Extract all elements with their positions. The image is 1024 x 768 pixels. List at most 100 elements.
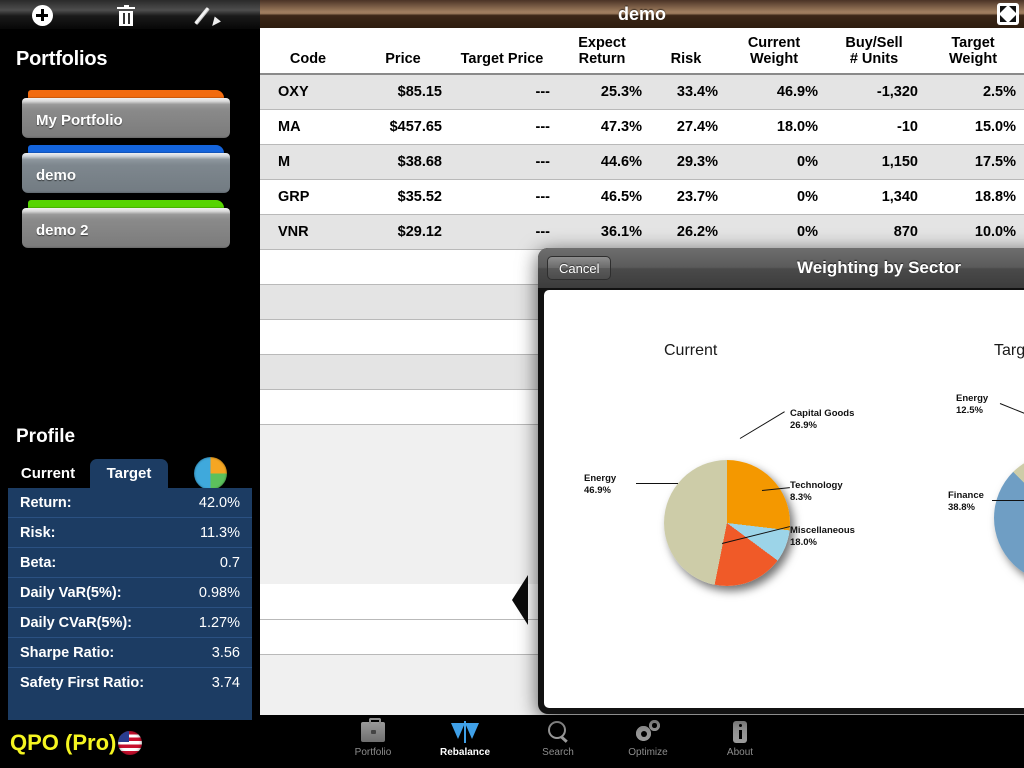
pie-label-capital-goods: Capital Goods 26.9%	[790, 408, 854, 432]
pie-chart-target	[994, 453, 1024, 583]
cell-risk: 23.7%	[650, 179, 726, 215]
app-root: Portfolios My Portfolio demo demo 2 Prof…	[0, 0, 1024, 768]
pie-label-technology: Technology 8.3%	[790, 480, 843, 504]
cell-buy-sell: -1,320	[826, 74, 926, 110]
profile-row-key: Safety First Ratio:	[20, 675, 145, 691]
cell-code: OXY	[260, 74, 360, 110]
cell-code	[260, 389, 360, 425]
pie-label-value: 12.5%	[956, 405, 983, 416]
pie-label-value: 8.3%	[790, 492, 812, 503]
tab-about[interactable]: About	[695, 719, 785, 765]
tab-optimize[interactable]: Optimize	[603, 719, 693, 765]
titlebar: demo	[260, 0, 1024, 28]
column-header-code[interactable]: Code	[260, 28, 360, 75]
tab-rebalance[interactable]: Rebalance	[420, 719, 510, 765]
table-row[interactable]: VNR $29.12 --- 36.1% 26.2% 0% 870 10.0%	[260, 214, 1024, 250]
trash-icon	[117, 4, 135, 26]
edit-portfolio-button[interactable]	[190, 2, 230, 29]
cell-price: $29.12	[360, 214, 450, 250]
fullscreen-icon[interactable]	[997, 3, 1019, 25]
cell-current-weight: 46.9%	[726, 74, 826, 110]
info-icon	[733, 719, 747, 745]
tab-label: Rebalance	[439, 747, 491, 758]
portfolio-item-my-portfolio[interactable]: My Portfolio	[22, 90, 230, 138]
column-header-risk[interactable]: Risk	[650, 28, 726, 75]
add-portfolio-button[interactable]	[22, 2, 62, 28]
tab-profile-current[interactable]: Current	[8, 459, 88, 488]
pie-label-name: Technology	[790, 480, 843, 491]
table-row[interactable]: GRP $35.52 --- 46.5% 23.7% 0% 1,340 18.8%	[260, 179, 1024, 215]
cell-target-price: ---	[450, 214, 558, 250]
column-header-buy-sell-units[interactable]: Buy/Sell # Units	[826, 28, 926, 75]
app-name: QPO (Pro)	[10, 730, 117, 755]
collapse-sidebar-handle[interactable]	[512, 575, 528, 625]
profile-row: Return: 42.0%	[8, 488, 252, 518]
cell-expect-return: 25.3%	[558, 74, 650, 110]
plus-icon	[31, 4, 53, 26]
profile-row-key: Beta:	[20, 555, 57, 571]
column-header-target-price[interactable]: Target Price	[450, 28, 558, 75]
pie-label-energy: Energy 12.5%	[956, 393, 988, 417]
cell-current-weight: 0%	[726, 214, 826, 250]
cell-price	[360, 389, 450, 425]
pie-label-name: Finance	[948, 490, 984, 501]
cell-code: GRP	[260, 179, 360, 215]
pie-chart-current	[664, 460, 790, 586]
profile-row-value: 3.74	[211, 675, 240, 691]
column-header-expect-return[interactable]: Expect Return	[558, 28, 650, 75]
dialog-titlebar: Cancel Weighting by Sector Done	[538, 248, 1024, 288]
cell-code	[260, 354, 360, 390]
scales-icon	[451, 719, 479, 745]
delete-portfolio-button[interactable]	[106, 2, 146, 28]
profile-row: Daily CVaR(5%): 1.27%	[8, 608, 252, 638]
cell-target-price: ---	[450, 179, 558, 215]
cell-price	[360, 619, 450, 655]
table-header-row: Code Price Target Price Expect Return Ris…	[260, 28, 1024, 75]
pie-label-energy: Energy 46.9%	[584, 473, 616, 497]
column-header-target-weight[interactable]: Target Weight	[926, 28, 1024, 75]
pie-label-finance: Finance 38.8%	[948, 490, 984, 514]
tab-portfolio[interactable]: Portfolio	[328, 718, 418, 765]
cell-code	[260, 619, 360, 655]
cell-price	[360, 249, 450, 285]
portfolios-heading: Portfolios	[16, 48, 108, 70]
pie-label-name: Miscellaneous	[790, 525, 855, 536]
profile-row-key: Daily VaR(5%):	[20, 585, 122, 601]
table-row[interactable]: OXY $85.15 --- 25.3% 33.4% 46.9% -1,320 2.5%	[260, 74, 1024, 110]
cell-current-weight: 0%	[726, 179, 826, 215]
pie-label-miscellaneous: Miscellaneous 18.0%	[790, 525, 855, 549]
profile-heading: Profile	[16, 426, 76, 447]
portfolio-label: demo	[36, 167, 77, 184]
column-header-price[interactable]: Price	[360, 28, 450, 75]
cell-buy-sell: 870	[826, 214, 926, 250]
table-row[interactable]: M $38.68 --- 44.6% 29.3% 0% 1,150 17.5%	[260, 144, 1024, 180]
profile-row: Sharpe Ratio: 3.56	[8, 638, 252, 668]
profile-row-key: Daily CVaR(5%):	[20, 615, 133, 631]
portfolio-label: My Portfolio	[36, 112, 123, 129]
cell-buy-sell: -10	[826, 109, 926, 145]
portfolio-item-demo[interactable]: demo	[22, 145, 230, 193]
tab-label: Search	[542, 747, 574, 758]
profile-row-value: 3.56	[211, 645, 240, 661]
cell-target-price: ---	[450, 109, 558, 145]
cell-code	[260, 284, 360, 320]
app-logo: QPO (Pro)	[10, 730, 143, 756]
pie-label-value: 38.8%	[948, 502, 975, 513]
bottom-tabbar: Portfolio Rebalance Search Optimize Abou…	[260, 715, 1024, 768]
pie-label-name: Energy	[956, 393, 989, 404]
portfolio-item-demo-2[interactable]: demo 2	[22, 200, 230, 248]
pie-label-value: 18.0%	[790, 537, 817, 548]
dialog-title: Weighting by Sector	[796, 258, 962, 277]
profile-row: Beta: 0.7	[8, 548, 252, 578]
tab-search[interactable]: Search	[513, 719, 603, 765]
cell-target-weight: 17.5%	[926, 144, 1024, 180]
pie-leader-line	[739, 411, 785, 439]
profile-row: Daily VaR(5%): 0.98%	[8, 578, 252, 608]
portfolio-label: demo 2	[36, 222, 89, 239]
tab-profile-target[interactable]: Target	[90, 459, 168, 488]
table-row[interactable]: MA $457.65 --- 47.3% 27.4% 18.0% -10 15.0%	[260, 109, 1024, 145]
column-header-current-weight[interactable]: Current Weight	[726, 28, 826, 75]
sidebar: Portfolios My Portfolio demo demo 2 Prof…	[0, 0, 260, 768]
profile-row-key: Return:	[20, 495, 72, 511]
pie-chart-icon[interactable]	[194, 457, 227, 490]
